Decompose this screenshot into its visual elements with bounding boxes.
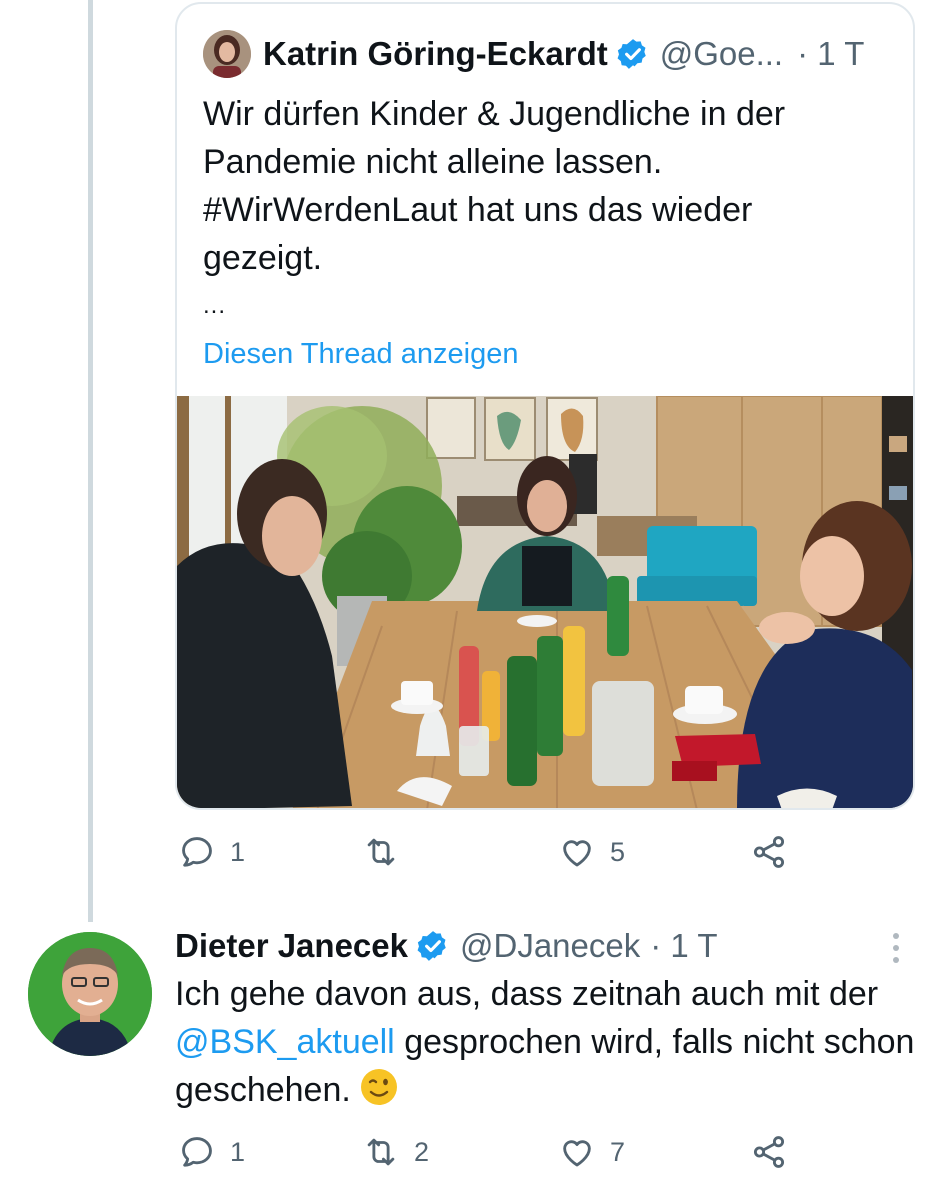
verified-badge-icon	[417, 931, 446, 961]
like-count: 5	[610, 836, 626, 867]
reply-author-handle[interactable]: @DJanecek	[460, 927, 640, 965]
reply-button[interactable]: 1	[178, 833, 245, 871]
share-button[interactable]	[750, 833, 788, 871]
show-thread-link[interactable]: Diesen Thread anzeigen	[203, 338, 518, 371]
retweet-icon	[367, 838, 395, 866]
winking-face-icon	[360, 1069, 397, 1105]
more-options-icon[interactable]	[884, 928, 908, 968]
like-icon	[563, 840, 591, 867]
mention-link[interactable]: @BSK_aktuell	[175, 1023, 395, 1061]
quoted-tweet-time[interactable]: · 1 T	[797, 35, 864, 73]
share-button[interactable]	[750, 1133, 788, 1171]
share-icon	[753, 836, 785, 868]
reply-icon	[182, 1137, 212, 1167]
reply-tweet-text: Ich gehe davon aus, dass zeitnah auch mi…	[175, 970, 915, 1114]
quoted-tweet-text: Wir dürfen Kinder & Jugendliche in der P…	[203, 90, 883, 282]
reply-button[interactable]: 1	[178, 1133, 245, 1171]
quoted-author-handle[interactable]: @Goe...	[660, 35, 783, 73]
retweet-button[interactable]: 2	[362, 1133, 429, 1171]
like-button[interactable]: 7	[558, 1133, 625, 1171]
quoted-tweet-card[interactable]: Katrin Göring-Eckardt @Goe... · 1 T Wir …	[175, 2, 915, 810]
reply-author-avatar[interactable]	[28, 932, 152, 1056]
verified-badge-icon	[617, 39, 646, 69]
tweet-photo[interactable]	[177, 396, 913, 810]
quoted-text-ellipsis: ...	[203, 292, 227, 319]
quoted-text-line: #WirWerdenLaut hat uns das wieder	[203, 191, 753, 229]
quoted-text-line: gezeigt.	[203, 239, 323, 277]
retweet-button[interactable]	[362, 833, 414, 871]
retweet-count: 2	[414, 1136, 430, 1167]
share-icon	[753, 1136, 785, 1168]
reply-tweet-time[interactable]: · 1 T	[650, 927, 717, 965]
reply-author-name[interactable]: Dieter Janecek	[175, 927, 408, 965]
like-count: 7	[610, 1136, 626, 1167]
reply-icon	[182, 837, 212, 867]
thread-connector-line	[88, 0, 93, 922]
reply-tweet-header: Dieter Janecek @DJanecek · 1 T	[175, 920, 717, 972]
quoted-author-name[interactable]: Katrin Göring-Eckardt	[263, 35, 608, 73]
reply-text-part: Ich gehe davon aus, dass zeitnah auch mi…	[175, 975, 879, 1013]
quoted-author-avatar[interactable]	[203, 30, 251, 78]
like-icon	[563, 1140, 591, 1167]
reply-count: 1	[230, 836, 246, 867]
retweet-icon	[367, 1138, 395, 1166]
quoted-tweet-actions: 1 5	[0, 833, 943, 883]
quoted-text-line: Wir dürfen Kinder & Jugendliche in der	[203, 95, 786, 133]
like-button[interactable]: 5	[558, 833, 625, 871]
quoted-tweet-header: Katrin Göring-Eckardt @Goe... · 1 T	[203, 28, 893, 80]
reply-tweet-actions: 1 2 7	[0, 1133, 943, 1183]
reply-count: 1	[230, 1136, 246, 1167]
quoted-text-line: Pandemie nicht alleine lassen.	[203, 143, 663, 181]
